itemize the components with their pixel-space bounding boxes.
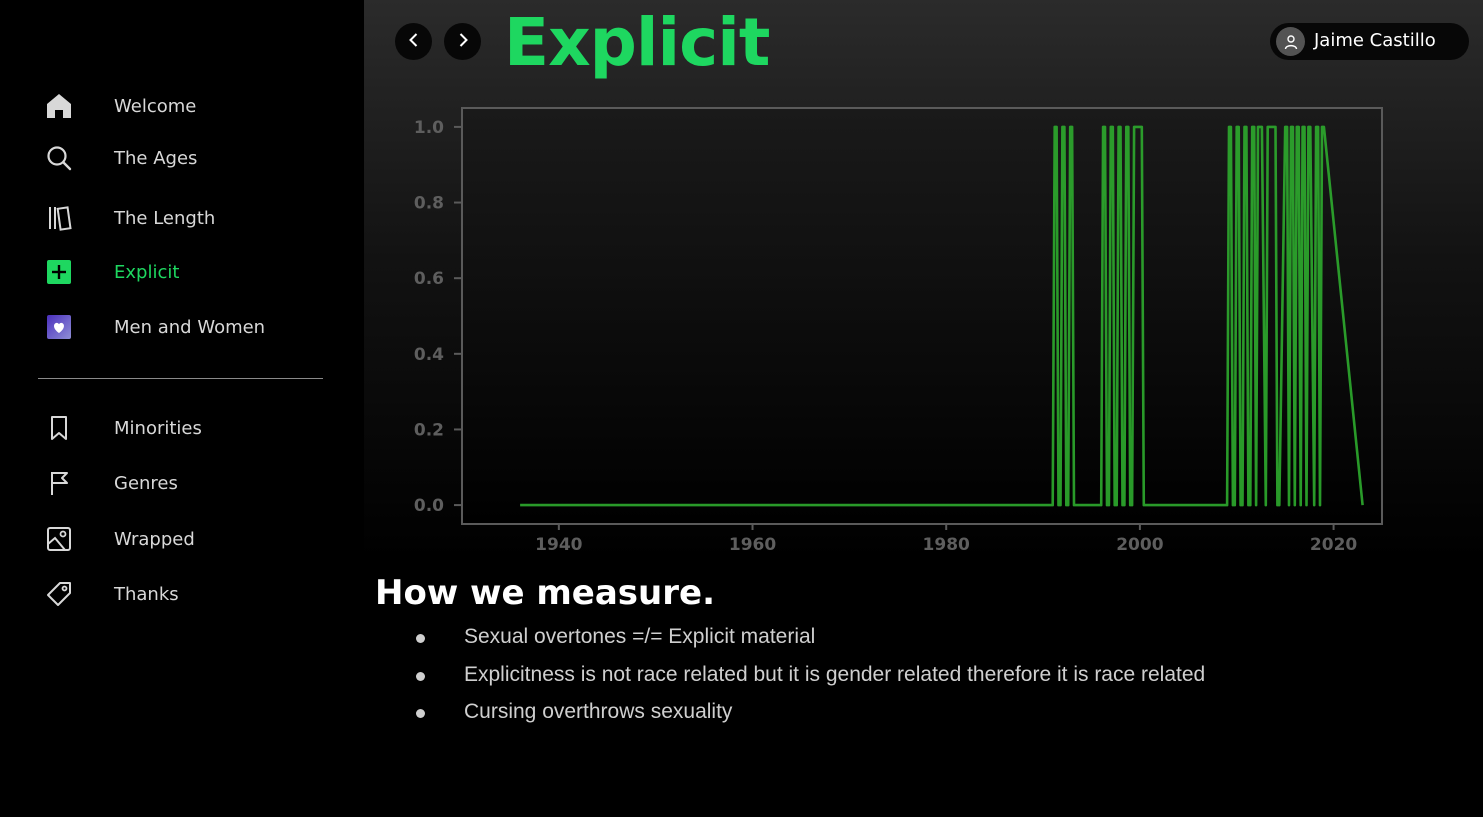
sidebar-item-wrapped[interactable]: Wrapped xyxy=(0,519,364,559)
heart-square-icon xyxy=(44,312,74,342)
home-icon xyxy=(44,91,74,121)
y-tick-label: 0.2 xyxy=(414,420,444,440)
sidebar-item-label: Genres xyxy=(114,472,178,494)
y-tick-label: 0.4 xyxy=(414,345,444,365)
search-icon xyxy=(44,143,74,173)
tag-icon xyxy=(44,579,74,609)
sidebar-item-minorities[interactable]: Minorities xyxy=(0,408,364,448)
sidebar-item-label: Explicit xyxy=(114,261,180,283)
list-item: Sexual overtones =/= Explicit material xyxy=(414,625,1205,663)
sidebar-item-the-length[interactable]: The Length xyxy=(0,198,364,238)
y-tick-label: 0.8 xyxy=(414,194,444,214)
user-icon xyxy=(1276,27,1305,56)
x-tick-label: 2020 xyxy=(1310,535,1357,555)
sidebar-item-label: Men and Women xyxy=(114,316,266,338)
forward-button[interactable] xyxy=(444,23,481,60)
bullet-dot xyxy=(416,634,425,643)
y-tick-label: 0.6 xyxy=(414,269,444,289)
x-tick-label: 1980 xyxy=(923,535,970,555)
chevron-left-icon xyxy=(406,32,422,52)
image-icon xyxy=(44,524,74,554)
page-title: Explicit xyxy=(504,4,770,81)
section-heading: How we measure. xyxy=(375,573,715,613)
user-menu-button[interactable]: Jaime Castillo xyxy=(1270,23,1469,60)
sidebar-item-label: Wrapped xyxy=(114,528,195,550)
sidebar-item-welcome[interactable]: Welcome xyxy=(0,86,364,126)
sidebar-item-genres[interactable]: Genres xyxy=(0,463,364,503)
main-content: Explicit Jaime Castillo 0.0 0.2 0.4 0.6 0.8 1… xyxy=(364,0,1483,817)
sidebar-item-the-ages[interactable]: The Ages xyxy=(0,138,364,178)
sidebar-item-explicit[interactable]: Explicit xyxy=(0,252,364,292)
explicit-line-chart: 0.0 0.2 0.4 0.6 0.8 1.0 1940 1960 1980 2000 2020 xyxy=(414,107,1383,555)
bullet-dot xyxy=(416,709,425,718)
sidebar-divider xyxy=(38,378,323,379)
sidebar-item-label: Welcome xyxy=(114,95,197,117)
sidebar-item-label: The Length xyxy=(114,207,216,229)
library-icon xyxy=(44,203,74,233)
sidebar-item-thanks[interactable]: Thanks xyxy=(0,574,364,614)
chevron-right-icon xyxy=(455,32,471,52)
measure-list: Sexual overtones =/= Explicit material E… xyxy=(414,625,1205,738)
sidebar-item-men-and-women[interactable]: Men and Women xyxy=(0,307,364,347)
sidebar-item-label: Minorities xyxy=(114,417,202,439)
user-name: Jaime Castillo xyxy=(1314,30,1436,51)
flag-icon xyxy=(44,468,74,498)
x-tick-label: 2000 xyxy=(1116,535,1163,555)
list-item: Cursing overthrows sexuality xyxy=(414,700,1205,738)
sidebar-item-label: Thanks xyxy=(114,583,179,605)
x-tick-label: 1960 xyxy=(729,535,776,555)
sidebar-item-label: The Ages xyxy=(114,147,198,169)
list-item-text: Cursing overthrows sexuality xyxy=(464,700,733,723)
back-button[interactable] xyxy=(395,23,432,60)
bookmark-icon xyxy=(44,413,74,443)
y-tick-label: 1.0 xyxy=(414,118,444,138)
list-item-text: Sexual overtones =/= Explicit material xyxy=(464,625,816,648)
x-tick-label: 1940 xyxy=(535,535,582,555)
sidebar: Welcome The Ages The Length Explicit Men… xyxy=(0,0,364,817)
bullet-dot xyxy=(416,671,425,681)
list-item-text: Explicitness is not race related but it … xyxy=(464,662,1206,686)
plus-square-icon xyxy=(44,257,74,287)
y-tick-label: 0.0 xyxy=(414,496,444,516)
list-item: Explicitness is not race related but it … xyxy=(414,663,1205,701)
